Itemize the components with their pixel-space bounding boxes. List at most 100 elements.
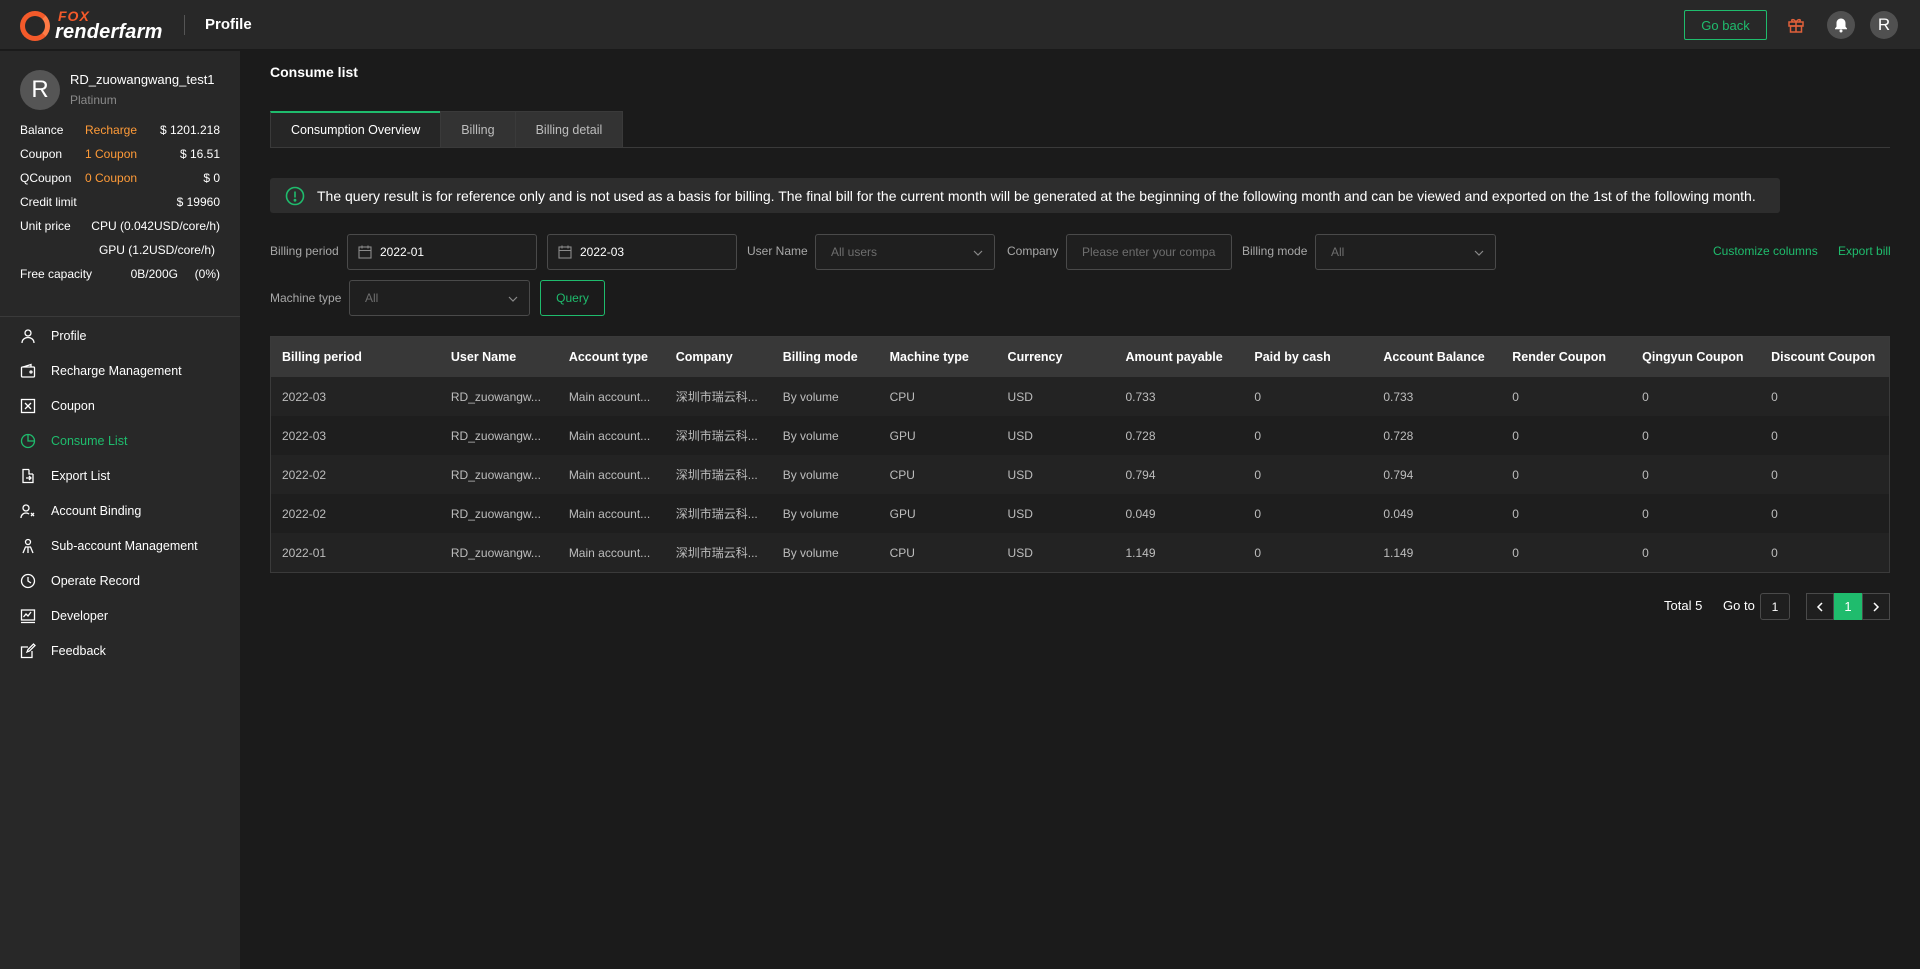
query-button[interactable]: Query bbox=[540, 280, 605, 316]
tabs-underline bbox=[270, 147, 1890, 148]
sidebar-item-label: Account Binding bbox=[51, 503, 142, 518]
table-cell: GPU bbox=[889, 428, 916, 443]
sidebar-divider bbox=[0, 316, 240, 317]
sidebar-item-label: Feedback bbox=[51, 643, 106, 658]
pagination-goto-input[interactable]: 1 bbox=[1760, 593, 1790, 620]
notification-bell-icon[interactable] bbox=[1827, 11, 1855, 39]
go-back-button[interactable]: Go back bbox=[1684, 10, 1767, 40]
logo-text-renderfarm: renderfarm bbox=[55, 21, 163, 43]
page-title: Profile bbox=[205, 16, 252, 33]
code-icon bbox=[20, 608, 36, 623]
balance-value: $ 1201.218 bbox=[159, 123, 220, 137]
sidebar-item-consume-list[interactable]: Consume List bbox=[0, 423, 240, 458]
table-cell: By volume bbox=[782, 506, 839, 521]
company-label: Company bbox=[1007, 244, 1059, 258]
coupon-icon bbox=[20, 398, 36, 413]
table-cell: 0 bbox=[1254, 389, 1262, 404]
fox-renderfarm-logo[interactable]: FOX renderfarm bbox=[20, 8, 170, 43]
user-name-placeholder: All users bbox=[831, 245, 878, 259]
coupon-row: Coupon 1 Coupon $ 16.51 bbox=[20, 144, 220, 164]
pagination-next-button[interactable] bbox=[1862, 593, 1890, 620]
table-row: 2022-02 RD_zuowangw... Main account... 深… bbox=[271, 455, 1889, 494]
company-input[interactable]: Please enter your compa bbox=[1066, 234, 1232, 270]
tab-billing[interactable]: Billing bbox=[440, 111, 516, 148]
period-start-picker[interactable]: 2022-01 bbox=[347, 234, 537, 270]
sidebar-item-label: Operate Record bbox=[51, 573, 140, 588]
table-cell: CPU bbox=[889, 545, 915, 560]
balance-row: Balance Recharge $ 1201.218 bbox=[20, 120, 220, 140]
recharge-link[interactable]: Recharge bbox=[85, 123, 137, 137]
column-header: Discount Coupon bbox=[1771, 350, 1876, 364]
table-cell: 深圳市瑞云科... bbox=[675, 468, 758, 482]
sidebar-item-account-binding[interactable]: Account Binding bbox=[0, 493, 240, 528]
sidebar-item-recharge-management[interactable]: Recharge Management bbox=[0, 353, 240, 388]
export-icon bbox=[22, 468, 34, 483]
info-circle-icon bbox=[285, 186, 305, 205]
table-cell: By volume bbox=[782, 467, 839, 482]
gift-icon[interactable] bbox=[1787, 16, 1805, 34]
column-header: Machine type bbox=[889, 350, 969, 364]
period-start-value: 2022-01 bbox=[380, 245, 425, 259]
balance-label: Balance bbox=[20, 123, 64, 137]
sidebar-item-feedback[interactable]: Feedback bbox=[0, 633, 240, 668]
table-cell: RD_zuowangw... bbox=[450, 506, 541, 521]
table-cell: 0.794 bbox=[1125, 467, 1156, 482]
table-cell: 深圳市瑞云科... bbox=[675, 429, 758, 443]
table-cell: 0 bbox=[1254, 428, 1262, 443]
sidebar-item-export-list[interactable]: Export List bbox=[0, 458, 240, 493]
sidebar-item-developer[interactable]: Developer bbox=[0, 598, 240, 633]
table-cell: CPU bbox=[889, 467, 915, 482]
unit-price-label: Unit price bbox=[20, 219, 71, 233]
link-icon bbox=[20, 503, 35, 518]
column-header: Render Coupon bbox=[1512, 350, 1606, 364]
table-row: 2022-01 RD_zuowangw... Main account... 深… bbox=[271, 533, 1889, 572]
table-cell: 深圳市瑞云科... bbox=[675, 546, 758, 560]
period-end-picker[interactable]: 2022-03 bbox=[547, 234, 737, 270]
user-name-select[interactable]: All users bbox=[815, 234, 995, 270]
qcoupon-label: QCoupon bbox=[20, 171, 72, 185]
sidebar-item-coupon[interactable]: Coupon bbox=[0, 388, 240, 423]
pagination-prev-button[interactable] bbox=[1806, 593, 1834, 620]
customize-columns-link[interactable]: Customize columns bbox=[1713, 244, 1818, 258]
clock-icon bbox=[20, 573, 36, 588]
export-bill-link[interactable]: Export bill bbox=[1838, 244, 1891, 258]
company-placeholder: Please enter your compa bbox=[1082, 245, 1216, 259]
qcoupon-link[interactable]: 0 Coupon bbox=[85, 171, 137, 185]
machine-type-select[interactable]: All bbox=[349, 280, 530, 316]
sidebar-item-profile[interactable]: Profile bbox=[0, 318, 240, 353]
sidebar-item-operate-record[interactable]: Operate Record bbox=[0, 563, 240, 598]
billing-mode-select[interactable]: All bbox=[1315, 234, 1496, 270]
notice-banner: The query result is for reference only a… bbox=[270, 178, 1780, 213]
pie-chart-icon bbox=[20, 433, 36, 448]
table-cell: 0.794 bbox=[1383, 467, 1414, 482]
pagination-page-1[interactable]: 1 bbox=[1834, 593, 1862, 620]
coupon-label: Coupon bbox=[20, 147, 63, 161]
qcoupon-value: $ 0 bbox=[203, 171, 220, 185]
chevron-left-icon bbox=[1816, 601, 1823, 612]
table-cell: 0 bbox=[1771, 428, 1778, 443]
column-header: Company bbox=[675, 350, 733, 364]
chevron-down-icon bbox=[508, 296, 518, 302]
table-cell: 1.149 bbox=[1383, 545, 1414, 560]
unit-price-cpu: CPU (0.042USD/core/h) bbox=[91, 219, 220, 233]
section-title: Consume list bbox=[270, 64, 358, 80]
table-cell: 2022-03 bbox=[282, 389, 327, 404]
table-cell: 0 bbox=[1254, 506, 1262, 521]
table-cell: By volume bbox=[782, 389, 839, 404]
user-name: RD_zuowangwang_test1 bbox=[70, 72, 215, 87]
billing-mode-value: All bbox=[1331, 245, 1345, 259]
sidebar-item-label: Sub-account Management bbox=[51, 538, 198, 553]
top-header: FOX renderfarm Profile Go back R bbox=[0, 0, 1920, 50]
coupon-link[interactable]: 1 Coupon bbox=[85, 147, 137, 161]
header-avatar[interactable]: R bbox=[1870, 11, 1898, 39]
table-cell: USD bbox=[1007, 428, 1033, 443]
tab-billing-detail[interactable]: Billing detail bbox=[514, 111, 624, 148]
table-cell: 0.728 bbox=[1383, 428, 1414, 443]
feedback-icon bbox=[20, 642, 36, 658]
sidebar-item-sub-account-management[interactable]: Sub-account Management bbox=[0, 528, 240, 563]
tab-consumption-overview[interactable]: Consumption Overview bbox=[270, 111, 442, 148]
table-cell: USD bbox=[1007, 389, 1033, 404]
table-cell: RD_zuowangw... bbox=[450, 545, 541, 560]
credit-limit-value: $ 19960 bbox=[176, 195, 220, 209]
table-cell: 0 bbox=[1771, 467, 1778, 482]
